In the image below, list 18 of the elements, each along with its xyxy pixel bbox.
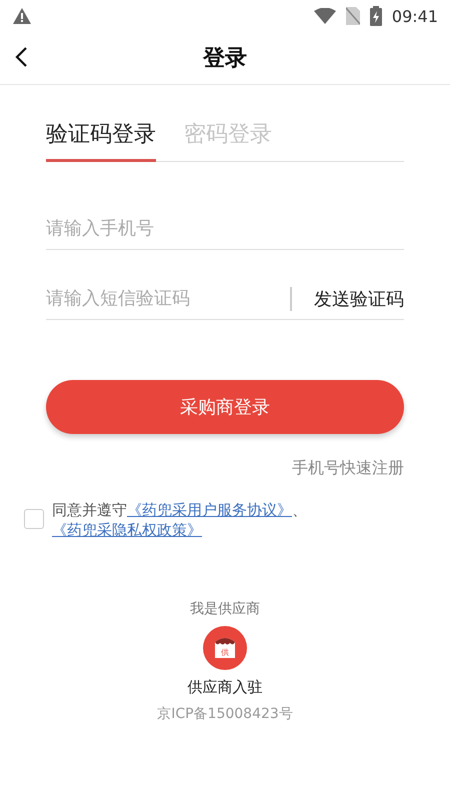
warning-icon xyxy=(12,7,32,25)
wifi-icon xyxy=(314,8,336,24)
agreement-text: 同意并遵守《药兜采用户服务协议》、 《药兜采隐私权政策》 xyxy=(52,501,308,540)
supplier-caption: 我是供应商 xyxy=(190,600,260,618)
login-tab[interactable]: 验证码登录 xyxy=(46,115,156,162)
send-code-button[interactable]: 发送验证码 xyxy=(290,286,404,310)
agree-checkbox[interactable] xyxy=(24,509,44,529)
page-title: 登录 xyxy=(203,45,247,73)
shop-icon[interactable]: 供 xyxy=(203,626,247,670)
no-sim-icon xyxy=(346,7,360,25)
battery-icon xyxy=(370,6,382,26)
icp-number: 京ICP备15008423号 xyxy=(157,705,293,723)
login-button[interactable]: 采购商登录 xyxy=(46,380,404,434)
terms-link[interactable]: 《药兜采用户服务协议》 xyxy=(127,501,292,519)
supplier-join-link[interactable]: 供应商入驻 xyxy=(188,678,262,697)
register-link[interactable]: 手机号快速注册 xyxy=(292,458,404,479)
privacy-link[interactable]: 《药兜采隐私权政策》 xyxy=(52,520,202,538)
status-time: 09:41 xyxy=(392,6,438,26)
